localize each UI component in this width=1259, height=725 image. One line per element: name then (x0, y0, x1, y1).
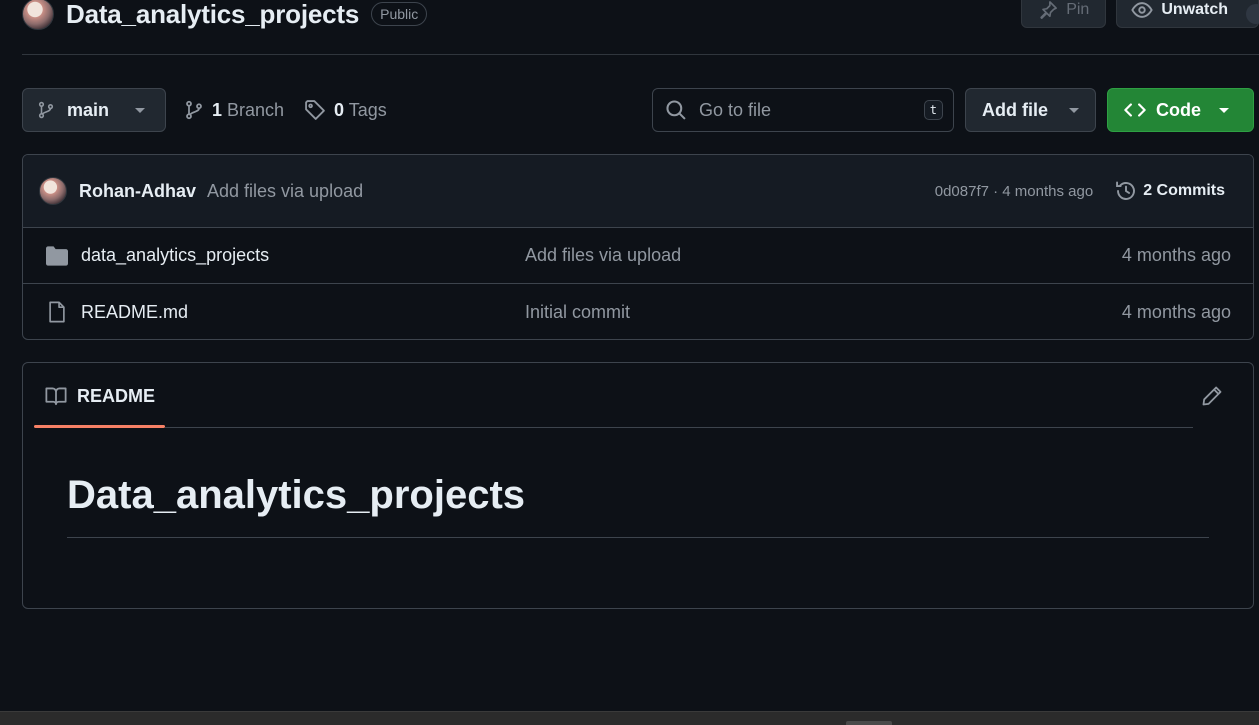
go-to-file-search[interactable]: t (652, 88, 954, 132)
repo-name[interactable]: Data_analytics_projects (66, 0, 359, 30)
git-branch-icon (37, 101, 55, 119)
repo-page: Data_analytics_projects Public Pin Unwat… (0, 0, 1259, 725)
add-file-button[interactable]: Add file (965, 88, 1096, 132)
add-file-label: Add file (982, 99, 1048, 120)
chevron-down-icon (1069, 107, 1079, 113)
bottom-scrollbar[interactable] (0, 711, 1259, 725)
commit-author[interactable]: Rohan-Adhav (79, 181, 196, 202)
search-shortcut-key: t (923, 100, 943, 120)
commits-history-link[interactable]: 2 Commits (1115, 180, 1225, 202)
readme-tab-label: README (77, 385, 156, 406)
code-button[interactable]: Code (1107, 88, 1254, 132)
tab-readme[interactable]: README (34, 363, 165, 429)
file-commit-message[interactable]: Add files via upload (525, 245, 1122, 266)
go-to-file-input[interactable] (699, 99, 924, 121)
file-age: 4 months ago (1121, 245, 1231, 265)
latest-commit-bar: Rohan-Adhav Add files via upload 0d087f7… (23, 155, 1253, 228)
branch-count: 1 (212, 99, 223, 120)
tabs-divider (165, 427, 1193, 428)
scrollbar-thumb[interactable] (846, 721, 892, 725)
folder-icon (45, 245, 69, 266)
commits-count-label: 2 Commits (1143, 182, 1225, 199)
readme-tabs: README (23, 363, 1253, 429)
history-icon (1115, 180, 1137, 202)
branch-label: Branch (227, 99, 285, 120)
branches-link[interactable]: 1 Branch (184, 88, 284, 132)
file-browser: Rohan-Adhav Add files via upload 0d087f7… (22, 154, 1254, 340)
readme-panel: README Data_analytics_projects (22, 362, 1254, 609)
file-commit-message[interactable]: Initial commit (525, 302, 1122, 323)
unwatch-button[interactable]: Unwatch (1116, 0, 1259, 28)
file-age: 4 months ago (1121, 301, 1231, 322)
active-tab-indicator (34, 425, 165, 428)
pencil-icon[interactable] (1201, 385, 1223, 407)
commit-sha-and-age[interactable]: 0d087f7 · 4 months ago (935, 183, 1093, 200)
chevron-down-icon (1219, 107, 1229, 113)
header-divider (22, 54, 1259, 55)
tag-count: 0 (334, 99, 345, 120)
tags-link[interactable]: 0 Tags (304, 88, 387, 132)
pin-icon (1038, 0, 1058, 20)
book-icon (45, 386, 67, 406)
watch-counter (1246, 4, 1259, 24)
readme-content: Data_analytics_projects (67, 471, 1209, 538)
current-branch: main (67, 99, 110, 120)
eye-icon (1131, 0, 1154, 21)
unwatch-label: Unwatch (1161, 1, 1228, 18)
file-navigation-toolbar: main 1 Branch 0 Tags t Add file (22, 88, 1254, 132)
pin-button[interactable]: Pin (1021, 0, 1107, 28)
code-label: Code (1156, 99, 1201, 120)
file-name[interactable]: data_analytics_projects (81, 245, 525, 266)
tag-label: Tags (348, 99, 387, 120)
owner-avatar[interactable] (22, 0, 54, 30)
file-row[interactable]: README.md Initial commit 4 months ago (23, 284, 1253, 339)
search-icon (665, 99, 687, 121)
code-icon (1124, 99, 1146, 121)
file-name[interactable]: README.md (81, 302, 525, 323)
pin-label: Pin (1066, 1, 1090, 18)
file-row[interactable]: data_analytics_projects Add files via up… (23, 228, 1253, 284)
git-branch-icon (184, 100, 204, 120)
repo-header-actions: Pin Unwatch (1021, 0, 1259, 28)
repo-header: Data_analytics_projects Public (22, 0, 428, 32)
author-avatar[interactable] (39, 177, 67, 205)
commit-message[interactable]: Add files via upload (207, 181, 363, 202)
visibility-badge: Public (371, 2, 428, 26)
tag-icon (304, 99, 326, 121)
file-icon (45, 301, 69, 323)
branch-selector[interactable]: main (22, 88, 166, 132)
readme-heading: Data_analytics_projects (67, 471, 1209, 538)
chevron-down-icon (135, 107, 146, 113)
